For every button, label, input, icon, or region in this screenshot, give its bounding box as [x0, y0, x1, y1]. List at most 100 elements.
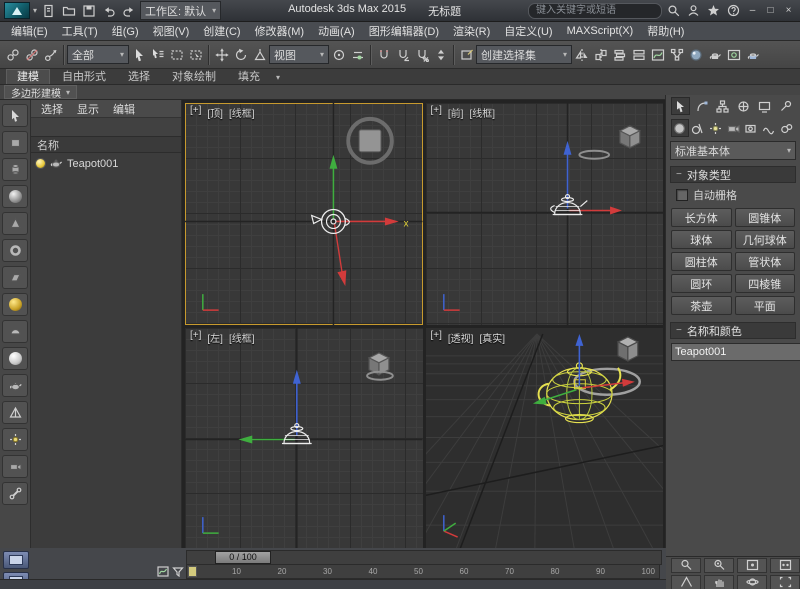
- tab-freeform[interactable]: 自由形式: [52, 70, 116, 84]
- mini-curve-editor-icon[interactable]: [156, 566, 169, 578]
- undo-icon[interactable]: [100, 2, 117, 19]
- box-button[interactable]: 长方体: [671, 208, 732, 227]
- select-and-manipulate-icon[interactable]: [348, 45, 367, 64]
- lights-category-icon[interactable]: [706, 119, 724, 137]
- menu-help[interactable]: 帮助(H): [640, 23, 691, 39]
- viewport-shading-label[interactable]: [真实]: [479, 330, 505, 345]
- box-primitive-icon[interactable]: [2, 131, 28, 154]
- edit-named-selection-icon[interactable]: [457, 45, 476, 64]
- viewport-menu-label[interactable]: [+]: [190, 105, 201, 120]
- scene-menu-edit[interactable]: 编辑: [107, 101, 141, 117]
- viewport-view-label[interactable]: [顶]: [207, 105, 223, 120]
- menu-tools[interactable]: 工具(T): [55, 23, 105, 39]
- viewport-view-label[interactable]: [前]: [448, 105, 464, 120]
- app-logo-icon[interactable]: [4, 2, 30, 19]
- menu-views[interactable]: 视图(V): [146, 23, 197, 39]
- name-color-rollout-header[interactable]: 名称和颜色: [670, 322, 796, 339]
- object-name-field[interactable]: [671, 343, 800, 361]
- zoom-all-icon[interactable]: [704, 557, 734, 573]
- teapot-primitive-icon[interactable]: [2, 374, 28, 397]
- sphere-button[interactable]: 球体: [671, 230, 732, 249]
- search-input[interactable]: [528, 2, 662, 19]
- bind-to-space-warp-icon[interactable]: [41, 45, 60, 64]
- shapes-category-icon[interactable]: [689, 119, 707, 137]
- reference-coordinate-dropdown[interactable]: 视图 ▾: [269, 45, 329, 64]
- viewport-menu-label[interactable]: [+]: [431, 330, 442, 345]
- sign-in-icon[interactable]: [685, 2, 702, 19]
- select-and-link-icon[interactable]: [3, 45, 22, 64]
- teapot-button[interactable]: 茶壶: [671, 296, 732, 315]
- cylinder-button[interactable]: 圆柱体: [671, 252, 732, 271]
- orbit-icon[interactable]: [737, 574, 767, 589]
- select-and-rotate-icon[interactable]: [231, 45, 250, 64]
- workspace-dropdown[interactable]: 工作区: 默认 ▾: [140, 1, 222, 20]
- utilities-tab-icon[interactable]: [776, 97, 795, 115]
- select-and-move-icon[interactable]: [212, 45, 231, 64]
- sphere-white-icon[interactable]: [2, 347, 28, 370]
- select-and-scale-icon[interactable]: [250, 45, 269, 64]
- named-selection-set-dropdown[interactable]: 创建选择集 ▾: [476, 45, 572, 64]
- menu-group[interactable]: 组(G): [105, 23, 146, 39]
- menu-graph-editors[interactable]: 图形编辑器(D): [362, 23, 446, 39]
- tab-selection[interactable]: 选择: [118, 70, 160, 84]
- menu-modifiers[interactable]: 修改器(M): [248, 23, 312, 39]
- window-close-button[interactable]: ×: [781, 3, 796, 18]
- cylinder-primitive-icon[interactable]: [2, 158, 28, 181]
- cone-primitive-icon[interactable]: [2, 212, 28, 235]
- time-slider-handle[interactable]: 0 / 100: [215, 551, 271, 564]
- favorites-star-icon[interactable]: [705, 2, 722, 19]
- list-item-teapot001[interactable]: Teapot001: [31, 155, 181, 172]
- helpers-category-icon[interactable]: [742, 119, 760, 137]
- rendered-frame-window-icon[interactable]: [724, 45, 743, 64]
- viewport-layout-tab-icon[interactable]: [3, 551, 29, 569]
- tab-populate[interactable]: 填充: [228, 70, 270, 84]
- selection-filter-dropdown[interactable]: 全部 ▾: [67, 45, 129, 64]
- window-maximize-button[interactable]: □: [763, 3, 778, 18]
- tab-modeling[interactable]: 建模: [6, 69, 50, 84]
- open-file-icon[interactable]: [60, 2, 77, 19]
- torus-primitive-icon[interactable]: [2, 239, 28, 262]
- geometry-category-icon[interactable]: [671, 119, 689, 137]
- viewport-menu-label[interactable]: [+]: [190, 330, 201, 345]
- curve-editor-icon[interactable]: [648, 45, 667, 64]
- geosphere-button[interactable]: 几何球体: [734, 230, 795, 249]
- trackbar-filter-icon[interactable]: [171, 566, 184, 578]
- spinner-snap-icon[interactable]: [431, 45, 450, 64]
- hemisphere-icon[interactable]: [2, 320, 28, 343]
- zoom-icon[interactable]: [671, 557, 701, 573]
- menu-create[interactable]: 创建(C): [196, 23, 247, 39]
- use-pivot-center-icon[interactable]: [329, 45, 348, 64]
- zoom-extents-all-icon[interactable]: [770, 557, 800, 573]
- menu-customize[interactable]: 自定义(U): [497, 23, 559, 39]
- select-by-name-icon[interactable]: [148, 45, 167, 64]
- systems-category-icon[interactable]: [777, 119, 795, 137]
- menu-rendering[interactable]: 渲染(R): [446, 23, 497, 39]
- new-scene-icon[interactable]: [40, 2, 57, 19]
- polygon-modeling-panel[interactable]: 多边形建模 ▾: [4, 85, 78, 100]
- object-type-rollout-header[interactable]: 对象类型: [670, 166, 796, 183]
- align-icon[interactable]: [591, 45, 610, 64]
- maximize-viewport-toggle-icon[interactable]: [770, 574, 800, 589]
- cone-button[interactable]: 圆锥体: [734, 208, 795, 227]
- light-icon[interactable]: [2, 428, 28, 451]
- help-icon[interactable]: [725, 2, 742, 19]
- visibility-bulb-icon[interactable]: [35, 158, 46, 169]
- viewport-shading-label[interactable]: [线框]: [469, 105, 495, 120]
- cameras-category-icon[interactable]: [724, 119, 742, 137]
- select-object-icon[interactable]: [129, 45, 148, 64]
- layer-manager-icon[interactable]: [610, 45, 629, 64]
- space-warps-category-icon[interactable]: [760, 119, 778, 137]
- plane-button[interactable]: 平面: [734, 296, 795, 315]
- track-bar[interactable]: 0 10 20 30 40 50 60 70 80 90 100: [186, 564, 660, 579]
- mirror-icon[interactable]: [572, 45, 591, 64]
- window-crossing-toggle-icon[interactable]: [186, 45, 205, 64]
- viewport-shading-label[interactable]: [线框]: [229, 330, 255, 345]
- hierarchy-tab-icon[interactable]: [713, 97, 732, 115]
- tube-button[interactable]: 管状体: [734, 252, 795, 271]
- bone-icon[interactable]: [2, 482, 28, 505]
- viewport-top[interactable]: [+] [顶] [线框] x: [185, 103, 423, 325]
- create-tab-icon[interactable]: [671, 97, 690, 115]
- material-editor-icon[interactable]: [686, 45, 705, 64]
- sphere-yellow-icon[interactable]: [2, 293, 28, 316]
- snap-toggle-3d-icon[interactable]: [374, 45, 393, 64]
